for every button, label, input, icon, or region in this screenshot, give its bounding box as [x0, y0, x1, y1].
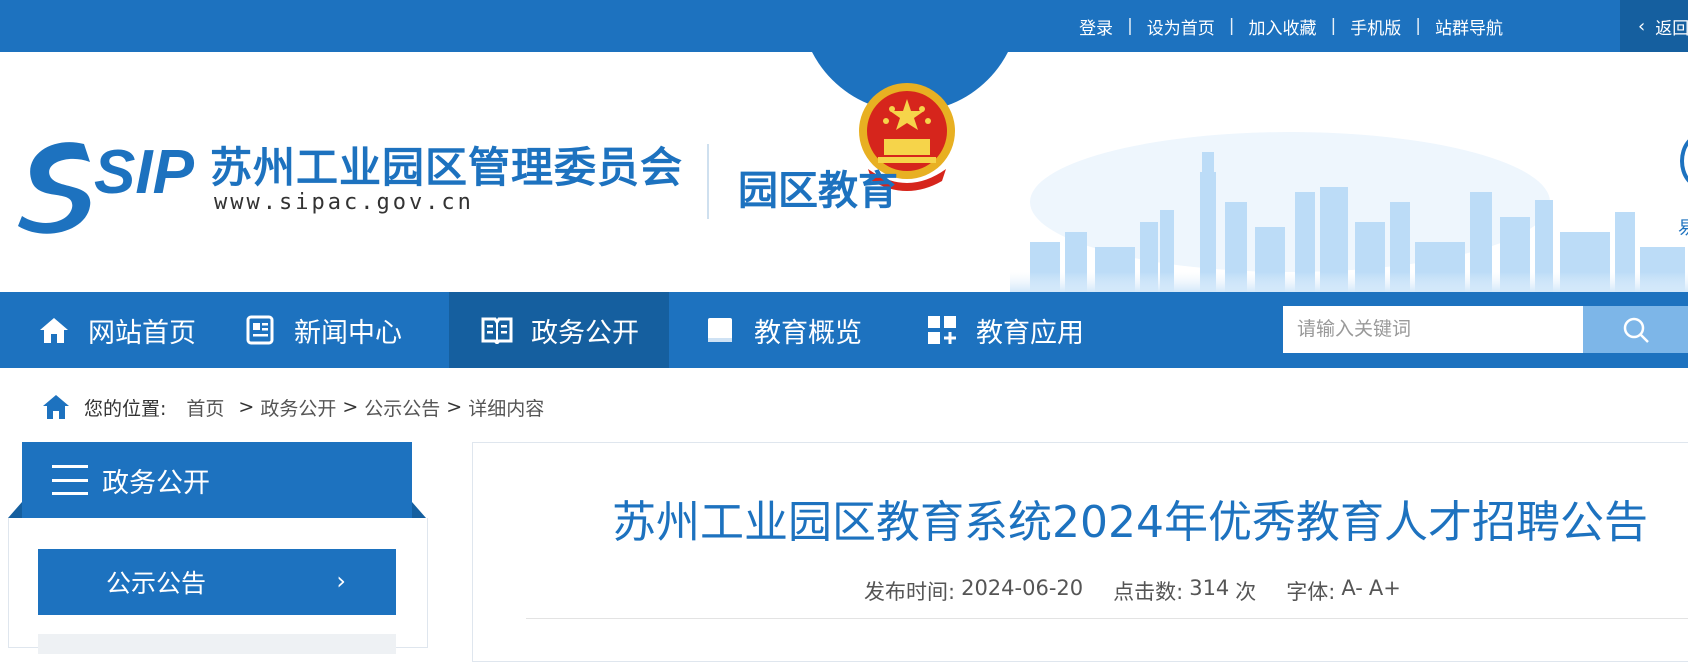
site-name: 园区教育 — [738, 168, 898, 214]
publish-date: 2024-06-20 — [961, 576, 1084, 600]
clicks-count: 314 — [1189, 576, 1230, 600]
meta-divider — [526, 618, 1688, 619]
breadcrumb-separator: > — [342, 396, 359, 418]
home-icon — [43, 395, 69, 419]
clicks-label: 点击数: — [1113, 580, 1184, 604]
city-skyline-image — [1010, 132, 1688, 292]
search-icon — [1623, 317, 1649, 343]
right-edge-text: 易 — [1678, 218, 1688, 239]
sidebar-fold-right — [412, 502, 426, 518]
org-name: 苏州工业园区管理委员会 — [210, 143, 684, 192]
login-link[interactable]: 登录 — [1079, 14, 1113, 39]
menu-icon — [52, 465, 88, 495]
sidebar-item-next[interactable] — [38, 634, 396, 654]
breadcrumb-detail: 详细内容 — [468, 397, 545, 420]
breadcrumb-gov-affairs[interactable]: 政务公开 — [260, 394, 336, 421]
back-label: 返回 — [1655, 18, 1688, 39]
breadcrumb-notices[interactable]: 公示公告 — [364, 394, 440, 421]
sidebar-item-notices[interactable]: 公示公告 › — [38, 549, 396, 615]
news-icon — [244, 314, 276, 346]
search-input[interactable] — [1283, 306, 1583, 353]
font-decrease-button[interactable]: A- — [1341, 576, 1362, 606]
breadcrumb-separator: > — [238, 396, 255, 418]
breadcrumb-separator: > — [446, 396, 463, 418]
back-button[interactable]: ‹ 返回 — [1620, 0, 1688, 52]
sidebar-item-label: 公示公告 — [106, 569, 207, 598]
chevron-left-icon: ‹ — [1638, 15, 1646, 37]
separator: | — [1228, 16, 1235, 36]
nav-item-news[interactable]: 新闻中心 — [244, 292, 402, 368]
font-increase-button[interactable]: A+ — [1369, 576, 1401, 606]
nav-label: 教育应用 — [976, 317, 1084, 349]
nav-item-edu-apps[interactable]: 教育应用 — [926, 292, 1084, 368]
apps-icon — [926, 314, 958, 346]
add-favorite-link[interactable]: 加入收藏 — [1249, 14, 1317, 39]
nav-label: 政务公开 — [531, 317, 639, 349]
separator: | — [1330, 16, 1337, 36]
search-button[interactable] — [1583, 306, 1688, 353]
nav-label: 新闻中心 — [294, 317, 402, 349]
article-title: 苏州工业园区教育系统2024年优秀教育人才招聘公告 — [612, 497, 1648, 548]
book-icon — [481, 314, 513, 346]
chevron-right-icon: › — [336, 567, 346, 595]
site-header: SIP 苏州工业园区管理委员会 www.sipac.gov.cn 园区教育 易 — [0, 52, 1688, 292]
separator: | — [1415, 16, 1421, 36]
nav-item-gov-affairs[interactable]: 政务公开 — [449, 292, 669, 368]
nav-label: 网站首页 — [88, 317, 196, 349]
mobile-version-link[interactable]: 手机版 — [1350, 14, 1401, 39]
site-group-nav-link[interactable]: 站群导航 — [1435, 14, 1503, 39]
nav-item-edu-overview[interactable]: 教育概览 — [704, 292, 862, 368]
clicks-unit: 次 — [1235, 580, 1257, 604]
article-meta: 发布时间: 2024-06-20 点击数: 314 次 字体: A- A+ — [864, 576, 1407, 606]
sip-logo-text: SIP — [94, 138, 194, 207]
breadcrumb-home[interactable]: 首页 — [186, 394, 224, 421]
sidebar-title: 政务公开 — [22, 442, 412, 518]
publish-label: 发布时间: — [864, 580, 956, 604]
folder-icon — [704, 314, 736, 346]
article-panel — [472, 442, 1688, 662]
sidebar-fold-left — [8, 502, 22, 518]
set-homepage-link[interactable]: 设为首页 — [1147, 14, 1215, 39]
top-links: 登录 | 设为首页 | 加入收藏 | 手机版 | 站群导航 — [1079, 0, 1503, 52]
separator: | — [1127, 16, 1133, 36]
nav-item-home[interactable]: 网站首页 — [38, 292, 196, 368]
font-size-label: 字体: — [1286, 580, 1336, 604]
header-divider — [707, 144, 709, 219]
breadcrumb: 您的位置: 首页 > 政务公开 > 公示公告 > 详细内容 — [42, 392, 544, 422]
org-url: www.sipac.gov.cn — [214, 190, 474, 215]
nav-label: 教育概览 — [754, 317, 862, 349]
breadcrumb-label: 您的位置: — [84, 397, 167, 420]
home-icon — [38, 314, 70, 346]
sidebar-title-label: 政务公开 — [102, 467, 210, 499]
